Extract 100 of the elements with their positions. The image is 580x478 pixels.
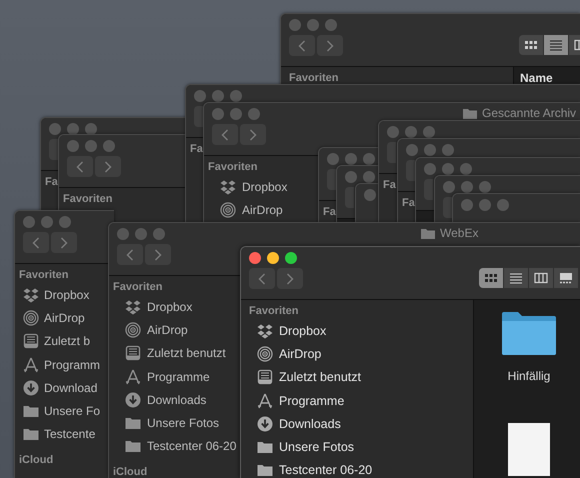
folder-icon [421, 228, 435, 238]
close-button[interactable] [249, 252, 261, 264]
sidebar-item[interactable]: Unsere Fotos [241, 435, 354, 459]
chevron-right-icon [326, 40, 334, 52]
back-button[interactable] [194, 106, 203, 127]
back-button[interactable] [406, 160, 415, 181]
forward-button[interactable] [240, 124, 266, 145]
view-mode-button[interactable] [479, 268, 503, 288]
sidebar-item[interactable]: Dropbox [109, 295, 192, 318]
close-button[interactable] [364, 189, 376, 201]
download-icon [257, 416, 273, 432]
sidebar-item[interactable]: Zuletzt benutzt [109, 342, 226, 365]
sidebar-item[interactable]: Testcente [15, 422, 96, 446]
sidebar-item[interactable]: Downloads [241, 412, 341, 436]
sidebar-item[interactable]: AirDrop [204, 198, 283, 222]
sidebar-item[interactable]: Downloads [109, 388, 206, 412]
grid-icon [484, 272, 498, 284]
sidebar-item[interactable]: Dropbox [15, 283, 90, 306]
chevron-right-icon [154, 248, 162, 260]
download-icon [23, 380, 39, 396]
view-mode-button[interactable] [544, 35, 568, 55]
back-button[interactable] [443, 197, 452, 218]
forward-button[interactable] [145, 244, 171, 265]
forward-button[interactable] [51, 232, 77, 253]
folder-icon [125, 438, 141, 454]
sidebar-heading: iCloud [113, 465, 148, 478]
concentric-circles-icon [23, 310, 39, 326]
view-mode-button[interactable] [504, 268, 528, 288]
close-button[interactable] [424, 163, 436, 175]
columns-icon [534, 272, 548, 284]
sidebar-item[interactable]: Programme [241, 388, 344, 412]
list-icon [549, 39, 563, 51]
document-thumbnail [508, 423, 550, 476]
view-mode-button[interactable] [529, 268, 553, 288]
close-button[interactable] [406, 144, 418, 156]
close-button[interactable] [194, 90, 206, 102]
close-button[interactable] [345, 171, 357, 183]
close-button[interactable] [327, 153, 339, 165]
folder-icon [257, 462, 273, 478]
sidebar-item[interactable]: Dropbox [241, 319, 326, 342]
chevron-left-icon [258, 272, 266, 284]
sidebar-item[interactable]: Testcenter 06-20 [241, 458, 372, 478]
back-button[interactable] [424, 179, 433, 200]
sidebar-heading: Favoriten [113, 280, 163, 295]
diamond-boxes-icon [257, 322, 273, 339]
chevron-left-icon [76, 160, 84, 172]
zoom-button[interactable] [285, 252, 297, 264]
sidebar-heading: Fa [402, 196, 415, 211]
letter-a-icon [125, 368, 141, 385]
back-button[interactable] [345, 187, 354, 208]
chevron-left-icon [126, 248, 134, 260]
sidebar-heading: Favoriten [208, 160, 258, 175]
forward-button[interactable] [95, 156, 121, 177]
sidebar-item[interactable]: AirDrop [109, 318, 188, 342]
chevron-right-icon [60, 236, 68, 248]
sidebar-item[interactable]: Zuletzt b [15, 330, 90, 353]
sidebar-heading: Favoriten [249, 304, 299, 319]
sidebar-item[interactable]: Unsere Fo [15, 399, 100, 423]
back-button[interactable] [23, 232, 49, 253]
sidebar-item[interactable]: Unsere Fotos [109, 411, 220, 435]
view-mode-button[interactable] [554, 268, 578, 288]
tray-icon [23, 333, 39, 350]
diamond-boxes-icon [220, 178, 236, 195]
folder-icon [502, 312, 556, 355]
tray-icon [257, 369, 273, 386]
back-button[interactable] [67, 156, 93, 177]
diamond-boxes-icon [23, 286, 39, 303]
back-button[interactable] [117, 244, 143, 265]
letter-a-icon [23, 356, 39, 373]
sidebar-heading: Fa [190, 142, 203, 157]
sidebar-heading: Fa [45, 175, 58, 190]
chevron-right-icon [286, 272, 294, 284]
sidebar-item[interactable]: Testcenter 06-20 [109, 434, 236, 458]
column-header: Name [519, 70, 554, 87]
sidebar-item[interactable]: Programm [15, 352, 100, 376]
close-button[interactable] [443, 181, 455, 193]
view-mode-button[interactable] [519, 35, 543, 55]
sidebar-heading: Fa [323, 205, 336, 220]
close-button[interactable] [49, 123, 61, 135]
back-button[interactable] [387, 142, 396, 163]
back-button[interactable] [327, 169, 336, 190]
sidebar-heading: Favoriten [19, 268, 69, 283]
gallery-icon [559, 272, 573, 284]
sidebar-item[interactable]: Download [15, 376, 98, 400]
sidebar-item[interactable]: Zuletzt benutzt [241, 366, 361, 389]
diamond-boxes-icon [125, 298, 141, 315]
minimize-button[interactable] [267, 252, 279, 264]
chevron-left-icon [32, 236, 40, 248]
back-button[interactable] [212, 124, 238, 145]
concentric-circles-icon [220, 202, 236, 218]
sidebar-heading: Fa [383, 178, 396, 193]
grid-icon [524, 39, 538, 51]
close-button[interactable] [387, 126, 399, 138]
sidebar-item[interactable]: Dropbox [204, 175, 288, 198]
forward-button[interactable] [317, 35, 343, 56]
sidebar-item[interactable]: Programme [109, 364, 210, 388]
sidebar-item[interactable]: AirDrop [241, 342, 322, 366]
back-button[interactable] [49, 139, 58, 160]
sidebar-item[interactable]: AirDrop [15, 306, 85, 330]
back-button[interactable] [289, 35, 315, 56]
